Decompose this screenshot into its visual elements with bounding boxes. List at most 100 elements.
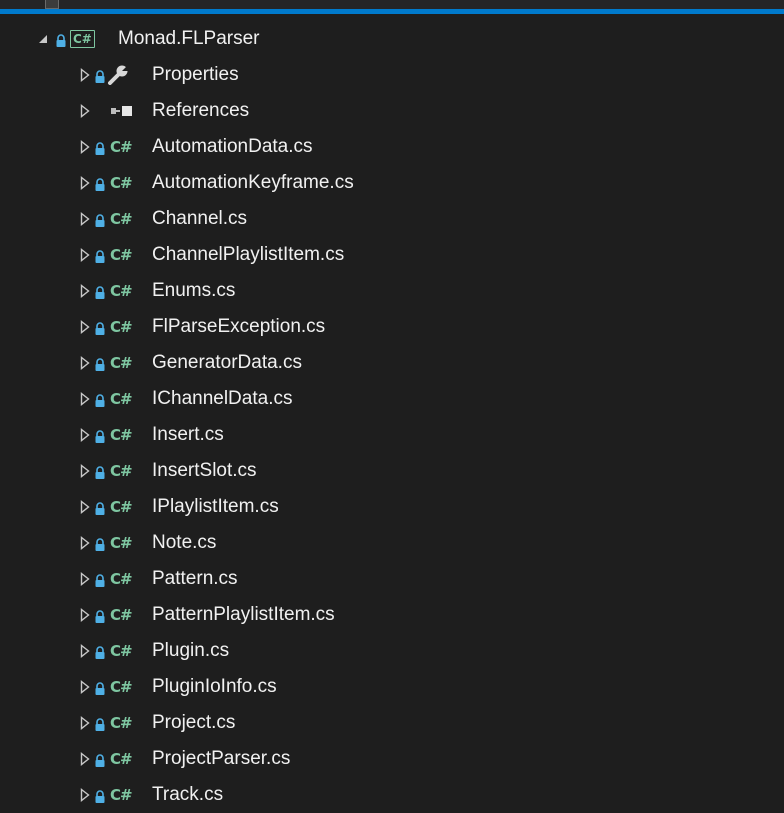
tree-item-label: Note.cs [152,532,217,553]
tree-item[interactable]: C# GeneratorData.cs [0,345,784,381]
csharp-file-icon: C# [110,750,133,768]
csharp-file-icon: C# [110,786,133,804]
lock-icon [95,788,105,803]
collapsed-triangle-icon[interactable] [76,246,94,264]
tree-item-label: IChannelData.cs [152,388,293,409]
tree-item[interactable]: C# Project.cs [0,705,784,741]
lock-icon [95,140,105,155]
csharp-file-icon: C# [110,714,133,732]
tree-item-label: Project.cs [152,712,236,733]
tree-item-label: Channel.cs [152,208,248,229]
references-icon [111,105,137,117]
collapsed-triangle-icon[interactable] [76,462,94,480]
csharp-file-icon: C# [110,390,133,408]
collapsed-triangle-icon[interactable] [76,426,94,444]
lock-icon [95,716,105,731]
lock-icon [95,608,105,623]
tree-item[interactable]: C# AutomationKeyframe.cs [0,165,784,201]
tree-item[interactable]: C# IChannelData.cs [0,381,784,417]
project-node[interactable]: C# Monad.FLParser [0,21,784,57]
expanded-triangle-icon[interactable] [34,30,52,48]
lock-icon [95,464,105,479]
partial-icon [45,0,59,9]
project-name: Monad.FLParser [118,28,260,49]
tree-item[interactable]: C# PluginIoInfo.cs [0,669,784,705]
lock-icon [95,752,105,767]
tree-item[interactable]: C# Pattern.cs [0,561,784,597]
tree-item[interactable]: C# Plugin.cs [0,633,784,669]
collapsed-triangle-icon[interactable] [76,102,94,120]
tree-item[interactable]: C# PatternPlaylistItem.cs [0,597,784,633]
tree-item-label: AutomationKeyframe.cs [152,172,354,193]
csharp-file-icon: C# [110,426,133,444]
lock-icon [95,68,105,83]
collapsed-triangle-icon[interactable] [76,534,94,552]
collapsed-triangle-icon[interactable] [76,570,94,588]
collapsed-triangle-icon[interactable] [76,786,94,804]
collapsed-triangle-icon[interactable] [76,642,94,660]
tree-item-label: Pattern.cs [152,568,238,589]
csharp-file-icon: C# [110,318,133,336]
collapsed-triangle-icon[interactable] [76,714,94,732]
collapsed-triangle-icon[interactable] [76,282,94,300]
csharp-file-icon: C# [110,498,133,516]
tree-item-label: GeneratorData.cs [152,352,302,373]
tree-item[interactable]: C# Track.cs [0,777,784,813]
tree-item-label: References [152,100,250,121]
wrench-icon [107,65,129,85]
csharp-file-icon: C# [110,462,133,480]
lock-icon [95,500,105,515]
tree-item-label: PluginIoInfo.cs [152,676,277,697]
solution-explorer-tree[interactable]: C# Monad.FLParser Properties References C#… [0,21,784,813]
lock-icon [95,176,105,191]
collapsed-triangle-icon[interactable] [76,390,94,408]
lock-icon [95,644,105,659]
tree-item[interactable]: C# InsertSlot.cs [0,453,784,489]
tree-item[interactable]: C# Channel.cs [0,201,784,237]
tree-item-label: IPlaylistItem.cs [152,496,279,517]
csharp-file-icon: C# [110,570,133,588]
tree-item[interactable]: C# ProjectParser.cs [0,741,784,777]
tree-item[interactable]: Properties [0,57,784,93]
tree-item-label: InsertSlot.cs [152,460,257,481]
tree-item-label: Track.cs [152,784,224,805]
tree-item-label: Properties [152,64,239,85]
tree-item[interactable]: C# IPlaylistItem.cs [0,489,784,525]
tree-item[interactable]: C# ChannelPlaylistItem.cs [0,237,784,273]
tree-item[interactable]: C# FlParseException.cs [0,309,784,345]
lock-icon [95,356,105,371]
collapsed-triangle-icon[interactable] [76,138,94,156]
tree-item[interactable]: C# AutomationData.cs [0,129,784,165]
collapsed-triangle-icon[interactable] [76,678,94,696]
lock-icon [95,428,105,443]
tree-item[interactable]: References [0,93,784,129]
collapsed-triangle-icon[interactable] [76,210,94,228]
tree-item-label: Enums.cs [152,280,236,301]
lock-icon [95,572,105,587]
collapsed-triangle-icon[interactable] [76,66,94,84]
lock-icon [95,680,105,695]
collapsed-triangle-icon[interactable] [76,606,94,624]
lock-icon [95,284,105,299]
lock-icon [95,536,105,551]
csharp-project-icon: C# [70,30,95,48]
tree-item-label: ProjectParser.cs [152,748,291,769]
csharp-file-icon: C# [110,606,133,624]
lock-icon [95,212,105,227]
collapsed-triangle-icon[interactable] [76,750,94,768]
lock-icon [56,32,66,47]
csharp-file-icon: C# [110,174,133,192]
collapsed-triangle-icon[interactable] [76,318,94,336]
lock-icon [95,320,105,335]
tree-item[interactable]: C# Enums.cs [0,273,784,309]
tree-item-label: FlParseException.cs [152,316,326,337]
tree-item[interactable]: C# Insert.cs [0,417,784,453]
collapsed-triangle-icon[interactable] [76,498,94,516]
csharp-file-icon: C# [110,354,133,372]
collapsed-triangle-icon[interactable] [76,174,94,192]
csharp-file-icon: C# [110,138,133,156]
tree-item[interactable]: C# Note.cs [0,525,784,561]
collapsed-triangle-icon[interactable] [76,354,94,372]
csharp-file-icon: C# [110,534,133,552]
tree-item-label: Insert.cs [152,424,224,445]
